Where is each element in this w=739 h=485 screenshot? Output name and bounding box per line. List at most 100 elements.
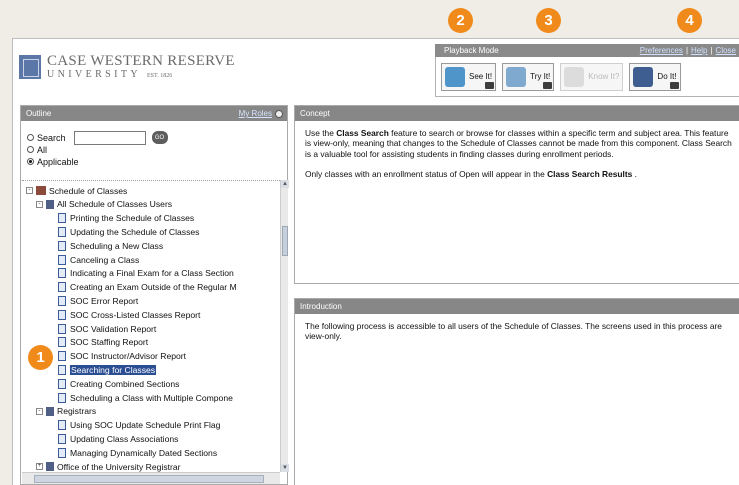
playback-mode-title: Playback Mode xyxy=(444,46,499,55)
tree-item-label: Creating Combined Sections xyxy=(70,378,180,389)
my-roles-link[interactable]: My Roles xyxy=(239,109,283,118)
document-icon xyxy=(58,323,66,334)
class-search-term: Class Search xyxy=(336,128,389,138)
concept-text: . xyxy=(632,168,637,179)
see-it-icon xyxy=(445,66,465,87)
logo-est: EST. 1826 xyxy=(147,73,173,79)
callout-1: 1 xyxy=(28,345,53,370)
tree-folder[interactable]: + Office of the University Registrar xyxy=(36,461,181,472)
concept-paragraph: Only classes with an enrollment status o… xyxy=(305,169,733,179)
tree-horizontal-scrollbar[interactable] xyxy=(22,472,280,484)
outline-filters: Search GO All Applicable xyxy=(27,130,168,168)
badge-icon xyxy=(669,81,679,89)
try-it-label: Try It! xyxy=(530,72,551,81)
vertical-scroll-thumb[interactable] xyxy=(282,226,288,256)
see-it-label: See It! xyxy=(469,72,493,81)
collapse-icon[interactable]: - xyxy=(36,407,43,415)
search-radio[interactable] xyxy=(27,134,34,141)
document-icon xyxy=(58,392,66,403)
outline-tree: - Schedule of Classes - All Schedule of Cla… xyxy=(22,180,280,472)
document-icon xyxy=(58,268,66,279)
try-it-icon xyxy=(506,66,527,87)
tree-item[interactable]: Scheduling a New Class xyxy=(58,240,163,251)
document-icon xyxy=(58,240,66,251)
tree-item[interactable]: SOC Validation Report xyxy=(58,323,156,334)
outline-panel: Outline My Roles Search GO All Applicabl… xyxy=(20,105,289,485)
document-icon xyxy=(58,282,66,293)
all-radio[interactable] xyxy=(27,146,34,153)
document-icon xyxy=(58,447,66,458)
collapse-icon[interactable]: - xyxy=(36,200,43,208)
tree-item-label: Scheduling a Class with Multiple Compone xyxy=(70,392,233,403)
playback-mode-panel: Playback Mode Preferences | Help | Close… xyxy=(435,44,739,97)
tree-item[interactable]: Scheduling a Class with Multiple Compone xyxy=(58,392,233,403)
book-icon xyxy=(36,186,46,195)
tree-item-label: SOC Cross-Listed Classes Report xyxy=(70,309,201,320)
know-it-button: Know It? xyxy=(560,62,624,91)
tree-item-label: SOC Staffing Report xyxy=(70,337,149,348)
know-it-label: Know It? xyxy=(588,72,620,81)
tree-item[interactable]: Using SOC Update Schedule Print Flag xyxy=(58,420,220,431)
go-button[interactable]: GO xyxy=(151,131,168,144)
document-icon xyxy=(58,309,66,320)
help-link[interactable]: Help xyxy=(691,46,707,55)
tree-item-label: Canceling a Class xyxy=(70,254,140,265)
tree-item-label: Scheduling a New Class xyxy=(70,240,164,251)
applicable-radio[interactable] xyxy=(27,158,34,165)
collapse-icon[interactable]: - xyxy=(26,187,33,194)
scroll-down-icon[interactable]: ▼ xyxy=(281,464,289,472)
tree-item[interactable]: Creating Combined Sections xyxy=(58,378,179,389)
class-search-results-term: Class Search Results xyxy=(547,168,633,179)
outline-title: Outline xyxy=(26,109,52,118)
tree-item[interactable]: Creating an Exam Outside of the Regular … xyxy=(58,282,237,293)
tree-item[interactable]: SOC Cross-Listed Classes Report xyxy=(58,309,200,320)
tree-folder[interactable]: - Schedule of Classes xyxy=(26,185,127,196)
do-it-label: Do It! xyxy=(657,72,677,81)
applicable-radio-label: Applicable xyxy=(37,156,79,167)
horizontal-scroll-thumb[interactable] xyxy=(34,475,264,483)
tree-item[interactable]: Searching for Classes xyxy=(58,364,157,375)
concept-text: Only classes with an enrollment status o… xyxy=(305,168,548,179)
document-icon xyxy=(58,254,66,265)
do-it-icon xyxy=(633,66,654,87)
tree-item[interactable]: Managing Dynamically Dated Sections xyxy=(58,447,217,458)
introduction-paragraph: The following process is accessible to a… xyxy=(305,321,722,342)
tree-item-label: Managing Dynamically Dated Sections xyxy=(70,447,218,458)
tree-item-label: Searching for Classes xyxy=(70,364,157,375)
tree-item[interactable]: Updating Class Associations xyxy=(58,433,178,444)
concept-text: Use the xyxy=(305,128,337,138)
document-icon xyxy=(58,337,66,348)
tree-item[interactable]: Canceling a Class xyxy=(58,254,139,265)
do-it-button[interactable]: Do It! xyxy=(629,62,681,91)
close-link[interactable]: Close xyxy=(716,46,736,55)
tree-item-label: Schedule of Classes xyxy=(49,185,128,196)
tree-item[interactable]: SOC Error Report xyxy=(58,295,138,306)
tree-item[interactable]: Indicating a Final Exam for a Class Sect… xyxy=(58,268,234,279)
tree-item[interactable]: SOC Staffing Report xyxy=(58,337,148,348)
document-icon xyxy=(58,378,66,389)
tree-item[interactable]: Updating the Schedule of Classes xyxy=(58,226,199,237)
tree-vertical-scrollbar[interactable]: ▲ ▼ xyxy=(280,180,289,472)
link-separator: | xyxy=(710,46,713,55)
tree-item[interactable]: SOC Instructor/Advisor Report xyxy=(58,351,186,362)
badge-icon xyxy=(485,81,495,89)
tree-item-label: SOC Error Report xyxy=(70,295,139,306)
tree-folder[interactable]: - All Schedule of Classes Users xyxy=(36,199,172,210)
document-icon xyxy=(58,213,66,224)
callout-3: 3 xyxy=(536,8,561,33)
scroll-up-icon[interactable]: ▲ xyxy=(281,180,289,188)
roles-toggle-icon xyxy=(275,109,283,118)
expand-icon[interactable]: + xyxy=(36,463,43,470)
try-it-button[interactable]: Try It! xyxy=(502,62,555,91)
document-icon xyxy=(58,295,66,306)
callout-2: 2 xyxy=(448,8,473,33)
tree-folder[interactable]: - Registrars xyxy=(36,406,96,417)
tree-item-label: Using SOC Update Schedule Print Flag xyxy=(70,420,221,431)
preferences-link[interactable]: Preferences xyxy=(640,46,683,55)
tree-item[interactable]: Printing the Schedule of Classes xyxy=(58,213,194,224)
document-icon xyxy=(58,226,66,237)
concept-title: Concept xyxy=(300,109,330,118)
see-it-button[interactable]: See It! xyxy=(441,62,497,91)
search-input[interactable] xyxy=(73,130,146,145)
introduction-title: Introduction xyxy=(300,302,342,311)
